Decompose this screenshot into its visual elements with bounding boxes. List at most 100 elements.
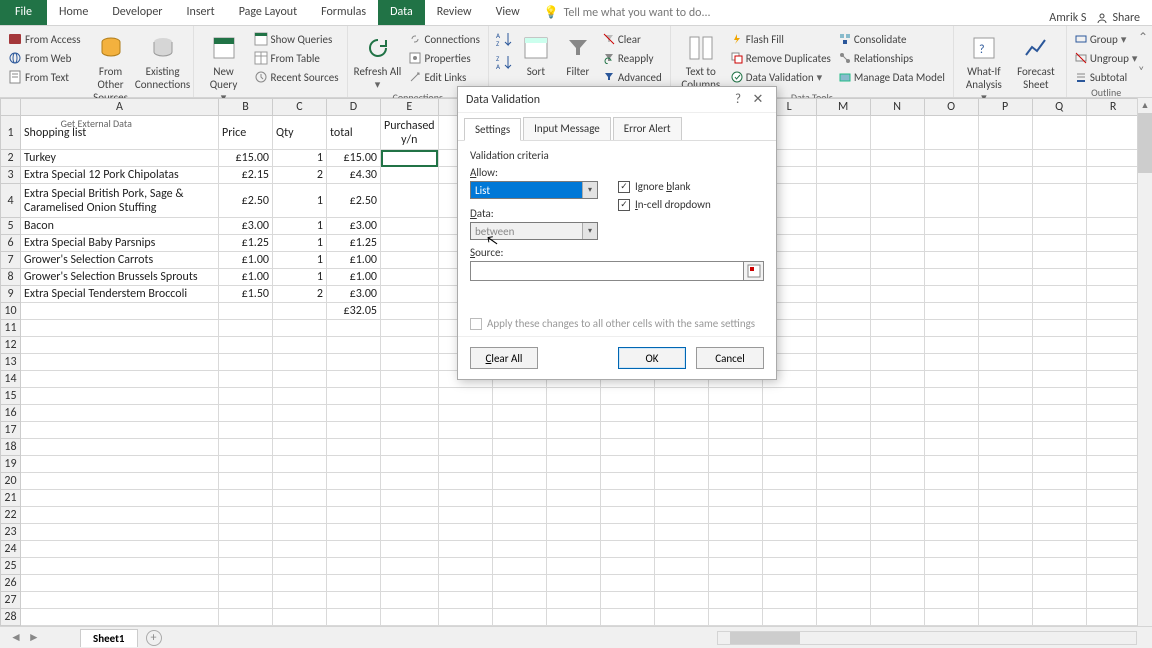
manage-data-model-button[interactable]: Manage Data Model [837, 68, 947, 86]
add-sheet-button[interactable]: + [146, 630, 162, 646]
tab-insert[interactable]: Insert [174, 0, 226, 25]
tab-home[interactable]: Home [47, 0, 100, 25]
what-if-button[interactable]: ? What-If Analysis▾ [960, 30, 1008, 104]
ungroup-button[interactable]: Ungroup ▾ [1073, 49, 1140, 67]
row-header[interactable]: 11 [1, 320, 21, 337]
col-header[interactable]: M [816, 99, 870, 116]
tab-view[interactable]: View [484, 0, 532, 25]
forecast-sheet-button[interactable]: Forecast Sheet [1012, 30, 1060, 91]
row-header[interactable]: 21 [1, 490, 21, 507]
row-header[interactable]: 14 [1, 371, 21, 388]
row-header[interactable]: 2 [1, 150, 21, 167]
row-header[interactable]: 28 [1, 609, 21, 626]
row-header[interactable]: 4 [1, 184, 21, 218]
col-header[interactable]: P [978, 99, 1032, 116]
col-header[interactable]: A [21, 99, 219, 116]
tab-error-alert[interactable]: Error Alert [613, 117, 682, 140]
group-button[interactable]: Group ▾ [1073, 30, 1140, 48]
subtotal-button[interactable]: Subtotal [1073, 68, 1140, 86]
row-header[interactable]: 12 [1, 337, 21, 354]
sheet-tab[interactable]: Sheet1 [80, 629, 138, 647]
ribbon-help-icon[interactable]: ⌃ [1138, 30, 1148, 45]
row-header[interactable]: 3 [1, 167, 21, 184]
share-button[interactable]: Share [1096, 11, 1140, 25]
tab-settings[interactable]: Settings [464, 118, 521, 141]
file-tab[interactable]: File [0, 0, 47, 25]
row-header[interactable]: 9 [1, 286, 21, 303]
ok-button[interactable]: OK [618, 347, 686, 369]
tab-formulas[interactable]: Formulas [309, 0, 378, 25]
col-header[interactable]: R [1086, 99, 1140, 116]
col-header[interactable]: C [273, 99, 327, 116]
help-button[interactable]: ? [728, 92, 748, 107]
tab-review[interactable]: Review [425, 0, 484, 25]
text-to-columns-button[interactable]: Text to Columns [677, 30, 725, 91]
existing-connections-button[interactable]: Existing Connections [139, 30, 187, 91]
new-query-button[interactable]: New Query▾ [200, 30, 248, 104]
refresh-all-button[interactable]: Refresh All▾ [354, 30, 402, 91]
tab-developer[interactable]: Developer [100, 0, 174, 25]
row-header[interactable]: 26 [1, 575, 21, 592]
col-header[interactable]: O [924, 99, 978, 116]
row-header[interactable]: 24 [1, 541, 21, 558]
row-header[interactable]: 17 [1, 422, 21, 439]
col-header[interactable]: Q [1032, 99, 1086, 116]
flash-fill-button[interactable]: Flash Fill [729, 30, 833, 48]
ribbon-collapse-icon[interactable]: ˅ [1138, 65, 1148, 79]
allow-dropdown[interactable]: List▾ [470, 181, 598, 199]
row-header[interactable]: 13 [1, 354, 21, 371]
clear-filter-button[interactable]: Clear [601, 30, 664, 48]
row-header[interactable]: 27 [1, 592, 21, 609]
from-web-button[interactable]: From Web [6, 49, 83, 67]
col-header[interactable]: B [219, 99, 273, 116]
row-header[interactable]: 23 [1, 524, 21, 541]
cancel-button[interactable]: Cancel [696, 347, 764, 369]
data-validation-button[interactable]: Data Validation ▾ [729, 68, 833, 86]
row-header[interactable]: 25 [1, 558, 21, 575]
show-queries-button[interactable]: Show Queries [252, 30, 341, 48]
row-header[interactable]: 19 [1, 456, 21, 473]
row-header[interactable]: 6 [1, 235, 21, 252]
tab-data[interactable]: Data [378, 0, 425, 25]
reapply-button[interactable]: Reapply [601, 49, 664, 67]
in-cell-dropdown-checkbox[interactable]: ✓In-cell dropdown [618, 198, 711, 211]
horizontal-scrollbar[interactable] [717, 631, 1137, 645]
connections-button[interactable]: Connections [406, 30, 482, 48]
sort-az-button[interactable]: AZ [495, 30, 513, 52]
from-text-button[interactable]: From Text [6, 68, 83, 86]
from-table-button[interactable]: From Table [252, 49, 341, 67]
recent-sources-button[interactable]: Recent Sources [252, 68, 341, 86]
source-input[interactable] [470, 261, 744, 281]
from-access-button[interactable]: From Access [6, 30, 83, 48]
edit-links-button[interactable]: Edit Links [406, 68, 482, 86]
sort-button[interactable]: Sort [517, 30, 555, 78]
row-header[interactable]: 7 [1, 252, 21, 269]
row-header[interactable]: 5 [1, 218, 21, 235]
properties-button[interactable]: Properties [406, 49, 482, 67]
row-header[interactable]: 16 [1, 405, 21, 422]
sheet-nav[interactable]: ◄► [0, 630, 80, 645]
tab-page-layout[interactable]: Page Layout [227, 0, 309, 25]
row-header[interactable]: 22 [1, 507, 21, 524]
range-selector-button[interactable] [744, 261, 764, 281]
sort-za-button[interactable]: ZA [495, 53, 513, 75]
filter-button[interactable]: Filter [559, 30, 597, 78]
clear-all-button[interactable]: Clear All [470, 347, 538, 369]
tab-input-message[interactable]: Input Message [523, 117, 611, 140]
user-name[interactable]: Amrik S [1049, 11, 1086, 25]
col-header[interactable]: N [870, 99, 924, 116]
vertical-scrollbar[interactable]: ▲ [1137, 98, 1152, 626]
remove-duplicates-button[interactable]: Remove Duplicates [729, 49, 833, 67]
relationships-button[interactable]: Relationships [837, 49, 947, 67]
row-header[interactable]: 10 [1, 303, 21, 320]
advanced-filter-button[interactable]: Advanced [601, 68, 664, 86]
col-header[interactable]: E [381, 99, 439, 116]
col-header[interactable]: D [327, 99, 381, 116]
ignore-blank-checkbox[interactable]: ✓Ignore blank [618, 180, 711, 193]
tell-me[interactable]: 💡 Tell me what you want to do... [532, 0, 723, 25]
row-header[interactable]: 8 [1, 269, 21, 286]
row-header[interactable]: 15 [1, 388, 21, 405]
close-button[interactable]: ✕ [748, 92, 768, 107]
consolidate-button[interactable]: Consolidate [837, 30, 947, 48]
row-header[interactable]: 1 [1, 116, 21, 150]
